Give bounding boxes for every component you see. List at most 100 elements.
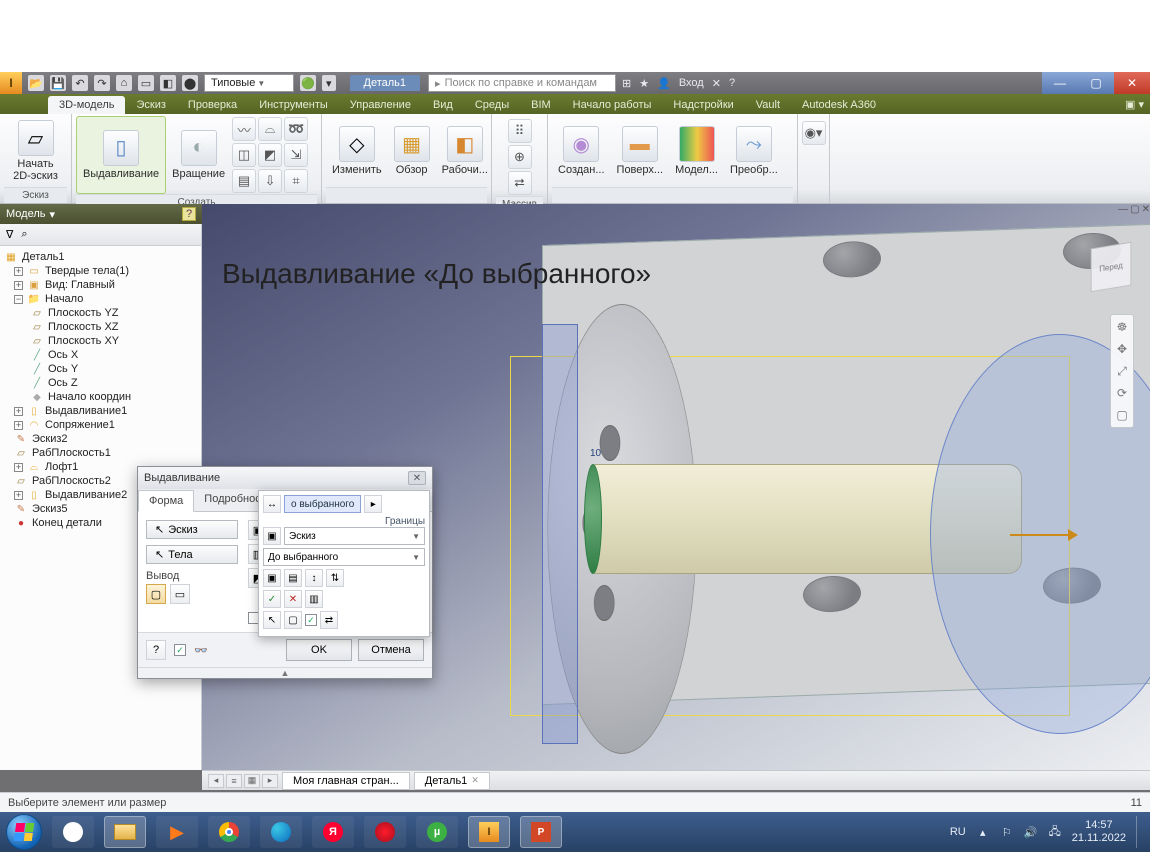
doc-tab-home[interactable]: Моя главная стран... (282, 772, 410, 790)
pick-bodies-button[interactable]: ↖Тела (146, 545, 238, 564)
taskbar-yandex-red-icon[interactable]: Я (312, 816, 354, 848)
redo-icon[interactable]: ↷ (94, 75, 110, 91)
rib-icon[interactable]: ◫ (232, 143, 256, 167)
close-button[interactable]: ✕ (1114, 72, 1150, 94)
tree-axis-y[interactable]: ╱Ось Y (0, 362, 201, 376)
decal-icon[interactable]: ▤ (232, 169, 256, 193)
viewport-min-icon[interactable]: — (1118, 204, 1128, 215)
convert-button[interactable]: ⤳Преобр... (724, 116, 784, 187)
close-tab-icon[interactable]: ✕ (471, 775, 479, 786)
revolve-button[interactable]: ◐ Вращение (166, 116, 231, 194)
pick-sketch-button[interactable]: ↖Эскиз (146, 520, 238, 539)
hud-toggle-icon[interactable]: ↔ (263, 495, 281, 513)
taskbar-media-icon[interactable]: ▶ (156, 816, 198, 848)
tab-3d-model[interactable]: 3D-модель (48, 96, 125, 114)
hud-profile-icon[interactable]: ▣ (263, 527, 281, 545)
color-icon[interactable]: 🟢 (300, 75, 316, 91)
tab-a360[interactable]: Autodesk A360 (791, 96, 887, 114)
orbit-icon[interactable]: ⟳ (1113, 384, 1131, 402)
viewport-max-icon[interactable]: ▢ (1130, 204, 1139, 215)
tab-grid-icon[interactable]: ▦ (244, 774, 260, 788)
tree-view-main[interactable]: +▣Вид: Главный (0, 278, 201, 292)
user-icon[interactable]: 👤 (657, 77, 671, 90)
viewport-close-icon[interactable]: ✕ (1142, 204, 1150, 215)
glasses-icon[interactable]: 👓 (194, 644, 208, 657)
doc-tab-part[interactable]: Деталь1✕ (414, 772, 490, 790)
hud-apply-icon[interactable]: ✓ (263, 590, 281, 608)
material-icon[interactable]: ◧ (160, 75, 176, 91)
tree-fillet1[interactable]: +◠Сопряжение1 (0, 418, 201, 432)
infocenter-icon[interactable]: ⊞ (622, 77, 631, 90)
start-2d-sketch-button[interactable]: ▱ Начать 2D-эскиз (4, 116, 67, 186)
hud-dir4-icon[interactable]: ⇅ (326, 569, 344, 587)
tab-manage[interactable]: Управление (339, 96, 422, 114)
dimension-label[interactable]: 10 (590, 448, 601, 459)
tab-addins[interactable]: Надстройки (662, 96, 744, 114)
hud-sketch-dropdown[interactable]: Эскиз▼ (284, 527, 425, 545)
extrude-button[interactable]: ▯ Выдавливание (76, 116, 166, 194)
hud-flip-icon[interactable]: ⇄ (320, 611, 338, 629)
measure-dropdown-icon[interactable]: ◉▾ (802, 121, 826, 145)
tab-tools[interactable]: Инструменты (248, 96, 339, 114)
tray-clock[interactable]: 14:57 21.11.2022 (1072, 819, 1126, 845)
explore-button[interactable]: ▦Обзор (388, 116, 436, 187)
hud-dir3-icon[interactable]: ↕ (305, 569, 323, 587)
taskbar-yandex-icon[interactable] (52, 816, 94, 848)
visual-style-combo[interactable]: Типовые▼ (204, 74, 294, 92)
rect-pattern-icon[interactable]: ⠿ (508, 119, 532, 143)
derive-icon[interactable]: ⇲ (284, 143, 308, 167)
dialog-tab-form[interactable]: Форма (138, 490, 194, 512)
start-button[interactable] (6, 814, 42, 850)
minimize-button[interactable]: — (1042, 72, 1078, 94)
search-tree-icon[interactable]: ⌕ (21, 228, 27, 241)
tray-flag-icon[interactable]: ⚐ (1000, 825, 1014, 839)
ok-button[interactable]: OK (286, 639, 352, 661)
sweep-icon[interactable]: 〰 (232, 117, 256, 141)
tree-origin[interactable]: −📁Начало (0, 292, 201, 306)
tab-environments[interactable]: Среды (464, 96, 520, 114)
dialog-titlebar[interactable]: Выдавливание ✕ (138, 467, 432, 489)
tab-vault[interactable]: Vault (745, 96, 791, 114)
tray-lang[interactable]: RU (950, 826, 966, 838)
taskbar-chrome-icon[interactable] (208, 816, 250, 848)
tab-bim[interactable]: BIM (520, 96, 562, 114)
tab-next-icon[interactable]: ▸ (262, 774, 278, 788)
zoom-icon[interactable]: ⤢ (1113, 362, 1131, 380)
taskbar-edge-icon[interactable] (260, 816, 302, 848)
taskbar-powerpoint-icon[interactable]: P (520, 816, 562, 848)
filter-icon[interactable]: ∇ (6, 228, 13, 241)
taskbar-inventor-icon[interactable]: I (468, 816, 510, 848)
circ-pattern-icon[interactable]: ⊕ (508, 145, 532, 169)
help-icon[interactable]: ? (729, 77, 735, 89)
tab-view[interactable]: Вид (422, 96, 464, 114)
direction-arrow-icon[interactable] (1010, 534, 1070, 536)
import-icon[interactable]: ⇩ (258, 169, 282, 193)
hud-dir2-icon[interactable]: ▤ (284, 569, 302, 587)
save-icon[interactable]: 💾 (50, 75, 66, 91)
hud-cursor-icon[interactable]: ↖ (263, 611, 281, 629)
hud-extent-dropdown[interactable]: До выбранного▼ (263, 548, 425, 566)
qat-dropdown[interactable]: ▾ (322, 75, 336, 91)
inventor-pro-icon[interactable]: I (0, 72, 22, 94)
lookat-icon[interactable]: ▢ (1113, 406, 1131, 424)
tree-root[interactable]: ▦Деталь1 (0, 250, 201, 264)
tab-prev-icon[interactable]: ◂ (208, 774, 224, 788)
exchange-icon[interactable]: ✕ (712, 77, 721, 90)
freeform-create-button[interactable]: ◉Создан... (552, 116, 611, 187)
tree-solid-bodies[interactable]: +▭Твердые тела(1) (0, 264, 201, 278)
hud-next-icon[interactable]: ▸ (364, 495, 382, 513)
maximize-button[interactable]: ▢ (1078, 72, 1114, 94)
hud-dir1-icon[interactable]: ▣ (263, 569, 281, 587)
tree-sketch2[interactable]: ✎Эскиз2 (0, 432, 201, 446)
dialog-close-icon[interactable]: ✕ (408, 471, 426, 485)
modify-button[interactable]: ◇Изменить (326, 116, 388, 187)
select-icon[interactable]: ▭ (138, 75, 154, 91)
signin-link[interactable]: Вход (679, 77, 704, 89)
hud-checkbox[interactable]: ✓ (305, 614, 317, 626)
output-solid-icon[interactable]: ▢ (146, 584, 166, 604)
appearance-icon[interactable]: ⬤ (182, 75, 198, 91)
tree-axis-z[interactable]: ╱Ось Z (0, 376, 201, 390)
tree-axis-x[interactable]: ╱Ось X (0, 348, 201, 362)
taskbar-opera-icon[interactable] (364, 816, 406, 848)
hud-select-icon[interactable]: ▢ (284, 611, 302, 629)
